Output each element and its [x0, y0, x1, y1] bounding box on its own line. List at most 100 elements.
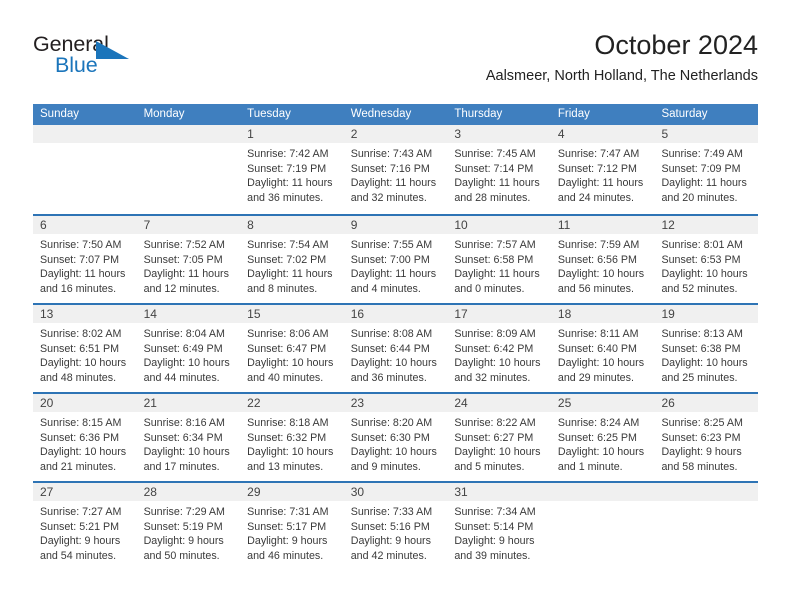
sunset-text: Sunset: 6:44 PM: [350, 342, 430, 355]
calendar-day-cell[interactable]: 19 Sunrise: 8:13 AM Sunset: 6:38 PM Dayligh…: [654, 305, 759, 392]
calendar-day-cell[interactable]: 11 Sunrise: 7:59 AM Sunset: 6:56 PM Dayligh…: [550, 216, 655, 303]
day-details: Sunrise: 8:04 AM Sunset: 6:49 PM Daylight:…: [137, 323, 241, 385]
sunset-text: Sunset: 6:58 PM: [454, 253, 534, 266]
daylight-text-line2: and 21 minutes.: [40, 460, 117, 473]
daylight-text-line2: and 5 minutes.: [454, 460, 525, 473]
sunrise-text: Sunrise: 7:47 AM: [557, 148, 640, 160]
daylight-text-line1: Daylight: 11 hours: [247, 268, 333, 281]
day-number: 9: [343, 216, 448, 234]
weekday-header-wednesday: Wednesday: [350, 108, 412, 120]
sunset-text: Sunset: 7:14 PM: [454, 162, 534, 175]
sunrise-text: Sunrise: 7:34 AM: [454, 506, 536, 518]
day-number: 28: [136, 483, 241, 501]
calendar-day-cell[interactable]: 6 Sunrise: 7:50 AM Sunset: 7:07 PM Daylight…: [33, 216, 137, 303]
day-number: 22: [240, 394, 344, 412]
daylight-text-line1: Daylight: 10 hours: [247, 357, 334, 370]
daylight-text-line2: and 40 minutes.: [247, 371, 324, 384]
daylight-text-line2: and 25 minutes.: [661, 371, 738, 384]
calendar-page: General Blue October 2024 Aalsmeer, Nort…: [0, 0, 792, 612]
calendar-day-cell[interactable]: 16 Sunrise: 8:08 AM Sunset: 6:44 PM Dayligh…: [343, 305, 448, 392]
calendar-day-cell[interactable]: 28 Sunrise: 7:29 AM Sunset: 5:19 PM Dayligh…: [136, 483, 241, 570]
calendar-day-cell[interactable]: 31 Sunrise: 7:34 AM Sunset: 5:14 PM Dayligh…: [447, 483, 551, 570]
calendar-day-cell[interactable]: 1 Sunrise: 7:42 AM Sunset: 7:19 PM Daylight…: [240, 125, 344, 214]
sunset-text: Sunset: 5:21 PM: [40, 520, 120, 533]
day-number: 1: [240, 125, 344, 143]
weekday-header-row: Sunday Monday Tuesday Wednesday Thursday…: [33, 104, 758, 125]
sunset-text: Sunset: 6:49 PM: [143, 342, 223, 355]
calendar-day-cell[interactable]: 8 Sunrise: 7:54 AM Sunset: 7:02 PM Daylight…: [240, 216, 344, 303]
calendar-day-cell[interactable]: 10 Sunrise: 7:57 AM Sunset: 6:58 PM Dayligh…: [447, 216, 551, 303]
sunset-text: Sunset: 5:19 PM: [143, 520, 223, 533]
calendar-day-cell[interactable]: 26 Sunrise: 8:25 AM Sunset: 6:23 PM Dayligh…: [654, 394, 759, 481]
calendar-day-cell[interactable]: 5 Sunrise: 7:49 AM Sunset: 7:09 PM Daylight…: [654, 125, 759, 214]
calendar-day-cell[interactable]: 2 Sunrise: 7:43 AM Sunset: 7:16 PM Daylight…: [343, 125, 448, 214]
sunset-text: Sunset: 7:12 PM: [557, 162, 637, 175]
sunset-text: Sunset: 6:51 PM: [40, 342, 120, 355]
day-details: Sunrise: 7:34 AM Sunset: 5:14 PM Daylight:…: [447, 501, 551, 563]
day-details: Sunrise: 8:25 AM Sunset: 6:23 PM Daylight:…: [654, 412, 758, 474]
calendar-day-cell[interactable]: 29 Sunrise: 7:31 AM Sunset: 5:17 PM Dayligh…: [240, 483, 344, 570]
day-number: [33, 125, 137, 143]
daylight-text-line1: Daylight: 11 hours: [454, 268, 540, 281]
calendar-day-cell[interactable]: 12 Sunrise: 8:01 AM Sunset: 6:53 PM Dayligh…: [654, 216, 759, 303]
weekday-header-sunday: Sunday: [40, 108, 80, 120]
calendar-day-cell[interactable]: 17 Sunrise: 8:09 AM Sunset: 6:42 PM Dayligh…: [447, 305, 551, 392]
day-details: Sunrise: 7:42 AM Sunset: 7:19 PM Daylight:…: [240, 143, 344, 205]
day-number: 17: [447, 305, 551, 323]
calendar-day-cell[interactable]: 3 Sunrise: 7:45 AM Sunset: 7:14 PM Daylight…: [447, 125, 551, 214]
sunset-text: Sunset: 6:27 PM: [454, 431, 534, 444]
page-header: General Blue October 2024 Aalsmeer, Nort…: [33, 28, 758, 94]
sunrise-text: Sunrise: 8:08 AM: [350, 328, 433, 340]
calendar-day-cell[interactable]: 30 Sunrise: 7:33 AM Sunset: 5:16 PM Dayligh…: [343, 483, 448, 570]
calendar-day-cell[interactable]: 4 Sunrise: 7:47 AM Sunset: 7:12 PM Daylight…: [550, 125, 655, 214]
sunrise-text: Sunrise: 7:49 AM: [661, 148, 743, 160]
sunrise-text: Sunrise: 8:20 AM: [350, 417, 433, 429]
day-details: Sunrise: 8:06 AM Sunset: 6:47 PM Daylight:…: [240, 323, 344, 385]
calendar-day-cell[interactable]: 14 Sunrise: 8:04 AM Sunset: 6:49 PM Dayligh…: [136, 305, 241, 392]
day-details: Sunrise: 8:02 AM Sunset: 6:51 PM Daylight:…: [33, 323, 137, 385]
day-details: Sunrise: 7:57 AM Sunset: 6:58 PM Daylight:…: [447, 234, 551, 296]
calendar-day-cell[interactable]: 7 Sunrise: 7:52 AM Sunset: 7:05 PM Daylight…: [136, 216, 241, 303]
sunset-text: Sunset: 7:07 PM: [40, 253, 120, 266]
day-number: 27: [33, 483, 137, 501]
calendar-day-cell[interactable]: 15 Sunrise: 8:06 AM Sunset: 6:47 PM Dayligh…: [240, 305, 344, 392]
day-number: 11: [550, 216, 655, 234]
sunrise-text: Sunrise: 8:04 AM: [143, 328, 225, 340]
day-number: 25: [550, 394, 655, 412]
calendar-day-cell[interactable]: 13 Sunrise: 8:02 AM Sunset: 6:51 PM Dayligh…: [33, 305, 137, 392]
sunrise-text: Sunrise: 8:25 AM: [661, 417, 743, 429]
calendar-day-cell[interactable]: 22 Sunrise: 8:18 AM Sunset: 6:32 PM Dayligh…: [240, 394, 344, 481]
day-details: Sunrise: 7:59 AM Sunset: 6:56 PM Daylight:…: [551, 234, 655, 296]
day-details: Sunrise: 7:33 AM Sunset: 5:16 PM Daylight:…: [344, 501, 448, 563]
day-number: 3: [447, 125, 551, 143]
sunset-text: Sunset: 6:56 PM: [557, 253, 637, 266]
day-details: Sunrise: 7:43 AM Sunset: 7:16 PM Daylight:…: [344, 143, 448, 205]
day-details: Sunrise: 8:11 AM Sunset: 6:40 PM Daylight:…: [551, 323, 655, 385]
calendar-day-cell[interactable]: 24 Sunrise: 8:22 AM Sunset: 6:27 PM Dayligh…: [447, 394, 551, 481]
calendar-day-cell[interactable]: 23 Sunrise: 8:20 AM Sunset: 6:30 PM Dayligh…: [343, 394, 448, 481]
daylight-text-line2: and 39 minutes.: [454, 549, 531, 562]
daylight-text-line2: and 36 minutes.: [247, 191, 324, 204]
day-number: 18: [550, 305, 655, 323]
calendar-day-cell[interactable]: 9 Sunrise: 7:55 AM Sunset: 7:00 PM Daylight…: [343, 216, 448, 303]
daylight-text-line1: Daylight: 11 hours: [350, 177, 437, 190]
daylight-text-line2: and 12 minutes.: [143, 282, 220, 295]
calendar-day-cell[interactable]: 20 Sunrise: 8:15 AM Sunset: 6:36 PM Dayligh…: [33, 394, 137, 481]
day-number: 8: [240, 216, 344, 234]
day-details: Sunrise: 7:52 AM Sunset: 7:05 PM Daylight:…: [137, 234, 241, 296]
sunrise-text: Sunrise: 8:13 AM: [661, 328, 743, 340]
calendar-day-cell[interactable]: 18 Sunrise: 8:11 AM Sunset: 6:40 PM Dayligh…: [550, 305, 655, 392]
sunset-text: Sunset: 6:42 PM: [454, 342, 534, 355]
calendar-day-cell[interactable]: 25 Sunrise: 8:24 AM Sunset: 6:25 PM Dayligh…: [550, 394, 655, 481]
weekday-header-friday: Friday: [557, 108, 590, 120]
calendar-day-cell[interactable]: 27 Sunrise: 7:27 AM Sunset: 5:21 PM Dayligh…: [33, 483, 137, 570]
day-number: [136, 125, 241, 143]
sunrise-text: Sunrise: 7:52 AM: [143, 239, 225, 251]
title-block: October 2024 Aalsmeer, North Holland, Th…: [486, 28, 758, 86]
calendar-day-cell[interactable]: 21 Sunrise: 8:16 AM Sunset: 6:34 PM Dayligh…: [136, 394, 241, 481]
sunset-text: Sunset: 7:16 PM: [350, 162, 430, 175]
daylight-text-line1: Daylight: 10 hours: [143, 446, 230, 459]
day-details: Sunrise: 7:49 AM Sunset: 7:09 PM Daylight:…: [654, 143, 758, 205]
daylight-text-line2: and 46 minutes.: [247, 549, 324, 562]
sunset-text: Sunset: 7:00 PM: [350, 253, 430, 266]
